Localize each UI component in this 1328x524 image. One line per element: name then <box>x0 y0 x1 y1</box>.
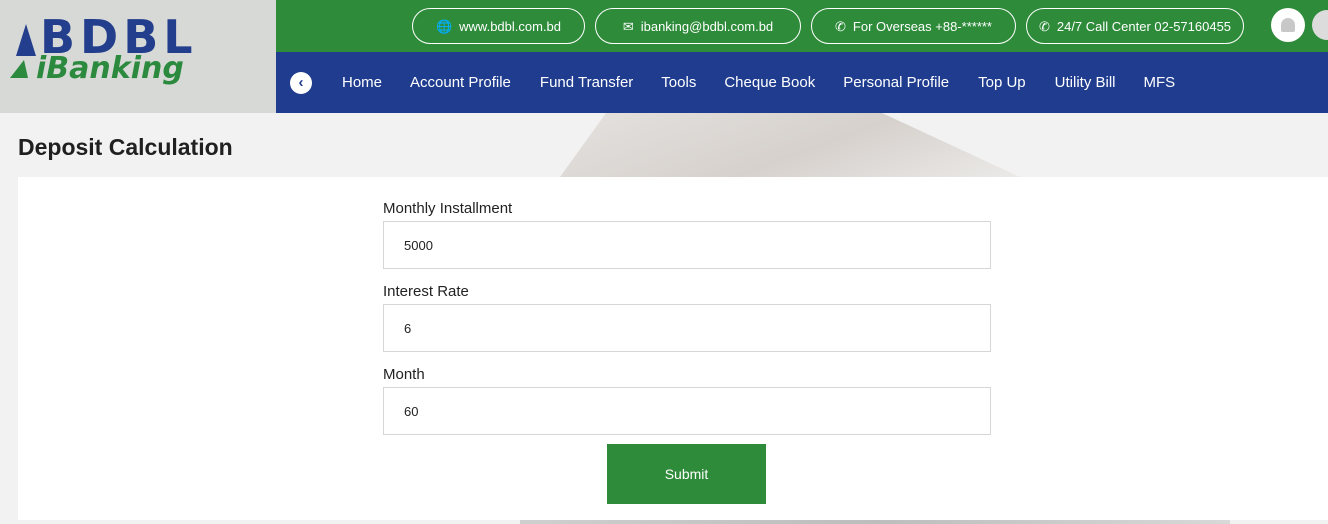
nav-item-fund-transfer[interactable]: Fund Transfer <box>540 74 633 91</box>
nav-item-personal-profile[interactable]: Personal Profile <box>843 74 949 91</box>
nav-item-top-up[interactable]: Top Up <box>978 74 1026 91</box>
background-image <box>560 113 1020 177</box>
nav-item-utility-bill[interactable]: Utility Bill <box>1055 74 1116 91</box>
overseas-phone-link[interactable]: ✆ For Overseas +88-****** <box>811 8 1016 44</box>
nav-item-cheque-book[interactable]: Cheque Book <box>724 74 815 91</box>
nav-item-home[interactable]: Home <box>342 74 382 91</box>
main-nav: ‹ Home Account Profile Fund Transfer Too… <box>276 52 1328 113</box>
top-contact-bar: 🌐 www.bdbl.com.bd ✉ ibanking@bdbl.com.bd… <box>276 0 1328 52</box>
monthly-installment-input[interactable] <box>383 221 991 269</box>
month-label: Month <box>383 366 425 383</box>
background-strip <box>520 520 1230 524</box>
interest-rate-label: Interest Rate <box>383 283 469 300</box>
phone-icon: ✆ <box>1038 18 1050 34</box>
page-title: Deposit Calculation <box>18 134 233 160</box>
logo-text-ibanking: iBanking <box>36 51 184 86</box>
website-text: www.bdbl.com.bd <box>459 18 562 34</box>
nav-item-tools[interactable]: Tools <box>661 74 696 91</box>
overseas-text: For Overseas +88-****** <box>852 18 992 34</box>
bdbl-logo[interactable]: BDBL iBanking <box>0 0 276 113</box>
chevron-left-icon[interactable]: ‹ <box>290 71 312 94</box>
interest-rate-input[interactable] <box>383 304 991 352</box>
avatar[interactable] <box>1312 10 1328 40</box>
deposit-form-card: Monthly Installment Interest Rate Month … <box>18 177 1328 520</box>
submit-button[interactable]: Submit <box>607 444 766 504</box>
month-input[interactable] <box>383 387 991 435</box>
globe-icon: 🌐 <box>435 18 453 34</box>
call-center-link[interactable]: ✆ 24/7 Call Center 02-57160455 <box>1026 8 1244 44</box>
nav-item-mfs[interactable]: MFS <box>1144 74 1176 91</box>
email-text: ibanking@bdbl.com.bd <box>640 18 774 34</box>
envelope-icon: ✉ <box>622 18 634 34</box>
call-center-text: 24/7 Call Center 02-57160455 <box>1056 18 1232 34</box>
notifications-button[interactable] <box>1271 8 1305 42</box>
monthly-installment-label: Monthly Installment <box>383 200 513 217</box>
email-link[interactable]: ✉ ibanking@bdbl.com.bd <box>595 8 801 44</box>
website-link[interactable]: 🌐 www.bdbl.com.bd <box>412 8 585 44</box>
phone-icon: ✆ <box>835 18 846 34</box>
bell-icon <box>1281 18 1295 32</box>
nav-item-account-profile[interactable]: Account Profile <box>410 74 511 91</box>
